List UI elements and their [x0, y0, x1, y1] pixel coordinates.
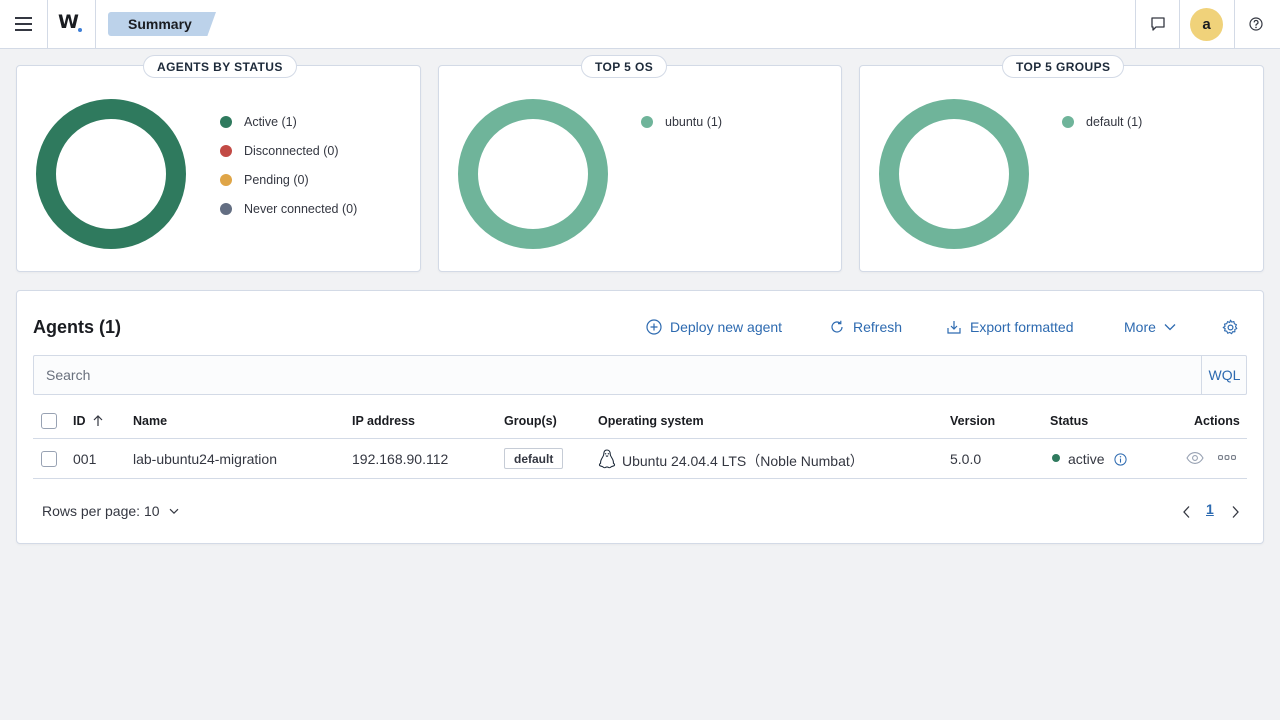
- legend-label: Pending (0): [244, 172, 309, 187]
- table-divider: [33, 478, 1247, 479]
- settings-button[interactable]: [1222, 317, 1247, 337]
- os-legend: ubuntu (1): [641, 107, 722, 136]
- search-bar: WQL: [33, 355, 1247, 395]
- legend-label: Never connected (0): [244, 201, 358, 216]
- cell-status: active: [1068, 451, 1105, 467]
- help-icon[interactable]: [1242, 10, 1270, 38]
- next-page-icon[interactable]: [1231, 505, 1240, 519]
- table-divider: [33, 438, 1247, 439]
- column-header-name[interactable]: Name: [133, 414, 167, 428]
- column-header-groups[interactable]: Group(s): [504, 414, 557, 428]
- legend-dot: [220, 115, 232, 128]
- deploy-new-agent-button[interactable]: Deploy new agent: [646, 317, 782, 337]
- column-label: ID: [73, 414, 86, 428]
- legend-dot: [220, 202, 232, 215]
- top-bar: W Summary a: [0, 0, 1280, 49]
- cell-os: Ubuntu 24.04.4 LTS（Noble Numbat）: [622, 453, 864, 469]
- donut-slice-default[interactable]: [879, 99, 1029, 249]
- column-header-os[interactable]: Operating system: [598, 414, 704, 428]
- agents-by-status-panel: AGENTS BY STATUS Active (1) Disconnected…: [16, 55, 421, 272]
- groups-legend: default (1): [1062, 107, 1142, 136]
- menu-icon[interactable]: [9, 9, 39, 39]
- page-1-button[interactable]: 1: [1206, 501, 1214, 517]
- cell-name[interactable]: lab-ubuntu24-migration: [133, 451, 277, 467]
- deploy-label: Deploy new agent: [670, 319, 783, 335]
- app-logo[interactable]: W: [58, 11, 86, 37]
- refresh-label: Refresh: [853, 319, 903, 335]
- agents-panel: Agents (1) Deploy new agent Refresh Expo…: [16, 290, 1264, 544]
- agents-title: Agents (1): [33, 317, 122, 337]
- column-header-status[interactable]: Status: [1050, 414, 1088, 428]
- export-label: Export formatted: [970, 319, 1074, 335]
- donut-slice-ubuntu[interactable]: [458, 99, 608, 249]
- refresh-button[interactable]: Refresh: [829, 317, 902, 337]
- top-groups-panel: TOP 5 GROUPS default (1): [859, 55, 1264, 272]
- group-badge[interactable]: default: [504, 448, 564, 469]
- view-eye-icon[interactable]: [1186, 451, 1204, 465]
- linux-tux-icon: [598, 449, 616, 469]
- column-header-id[interactable]: ID: [73, 414, 104, 428]
- cell-version: 5.0.0: [950, 451, 982, 467]
- chevron-down-icon: [169, 508, 178, 514]
- header-divider: [95, 0, 96, 48]
- row-checkbox[interactable]: [41, 451, 57, 467]
- status-donut-chart: [36, 99, 186, 249]
- legend-label: default (1): [1086, 114, 1143, 129]
- column-header-ip[interactable]: IP address: [352, 414, 415, 428]
- legend-dot: [220, 144, 232, 157]
- more-actions-icon[interactable]: [1218, 455, 1236, 461]
- breadcrumb-summary[interactable]: Summary: [108, 12, 216, 36]
- export-icon: [947, 321, 961, 334]
- cell-ip: 192.168.90.112: [352, 451, 449, 467]
- legend-dot: [220, 173, 232, 186]
- header-divider: [1135, 0, 1136, 48]
- info-icon[interactable]: [1114, 453, 1127, 466]
- previous-page-icon[interactable]: [1182, 505, 1191, 519]
- status-indicator: [1052, 454, 1060, 462]
- legend-item-ubuntu[interactable]: ubuntu (1): [641, 107, 722, 136]
- rows-per-page-label: Rows per page: 10: [42, 503, 160, 519]
- header-divider: [1179, 0, 1180, 48]
- sort-ascending-icon: [93, 415, 102, 426]
- plus-circle-icon: [646, 319, 662, 335]
- legend-item-never-connected[interactable]: Never connected (0): [220, 194, 357, 223]
- panel-title: AGENTS BY STATUS: [143, 55, 297, 78]
- status-legend: Active (1) Disconnected (0) Pending (0) …: [220, 107, 357, 223]
- refresh-icon: [831, 320, 843, 333]
- groups-donut-chart: [879, 99, 1029, 249]
- wql-button[interactable]: WQL: [1201, 356, 1247, 394]
- search-input[interactable]: [34, 356, 1201, 394]
- panel-title: TOP 5 GROUPS: [1002, 55, 1125, 78]
- legend-item-active[interactable]: Active (1): [220, 107, 357, 136]
- legend-dot: [641, 115, 653, 128]
- column-header-actions: Actions: [1194, 414, 1240, 428]
- column-header-version[interactable]: Version: [950, 414, 995, 428]
- gear-icon: [1222, 319, 1238, 334]
- legend-item-pending[interactable]: Pending (0): [220, 165, 357, 194]
- cell-id: 001: [73, 451, 97, 467]
- legend-label: Active (1): [244, 114, 297, 129]
- header-divider: [47, 0, 48, 48]
- chevron-down-icon: [1164, 324, 1176, 331]
- top-os-panel: TOP 5 OS ubuntu (1): [438, 55, 842, 272]
- legend-item-disconnected[interactable]: Disconnected (0): [220, 136, 357, 165]
- more-label: More: [1124, 319, 1156, 335]
- header-divider: [1234, 0, 1235, 48]
- export-formatted-button[interactable]: Export formatted: [946, 317, 1074, 337]
- os-donut-chart: [458, 99, 608, 249]
- legend-label: Disconnected (0): [244, 143, 339, 158]
- legend-label: ubuntu (1): [665, 114, 722, 129]
- more-dropdown[interactable]: More: [1124, 317, 1184, 337]
- chat-icon[interactable]: [1144, 10, 1172, 38]
- user-avatar[interactable]: a: [1190, 8, 1223, 41]
- legend-item-default[interactable]: default (1): [1062, 107, 1142, 136]
- legend-dot: [1062, 115, 1074, 128]
- select-all-checkbox[interactable]: [41, 413, 57, 429]
- donut-slice-active[interactable]: [36, 99, 186, 249]
- panel-title: TOP 5 OS: [581, 55, 668, 78]
- rows-per-page-select[interactable]: Rows per page: 10: [42, 503, 179, 519]
